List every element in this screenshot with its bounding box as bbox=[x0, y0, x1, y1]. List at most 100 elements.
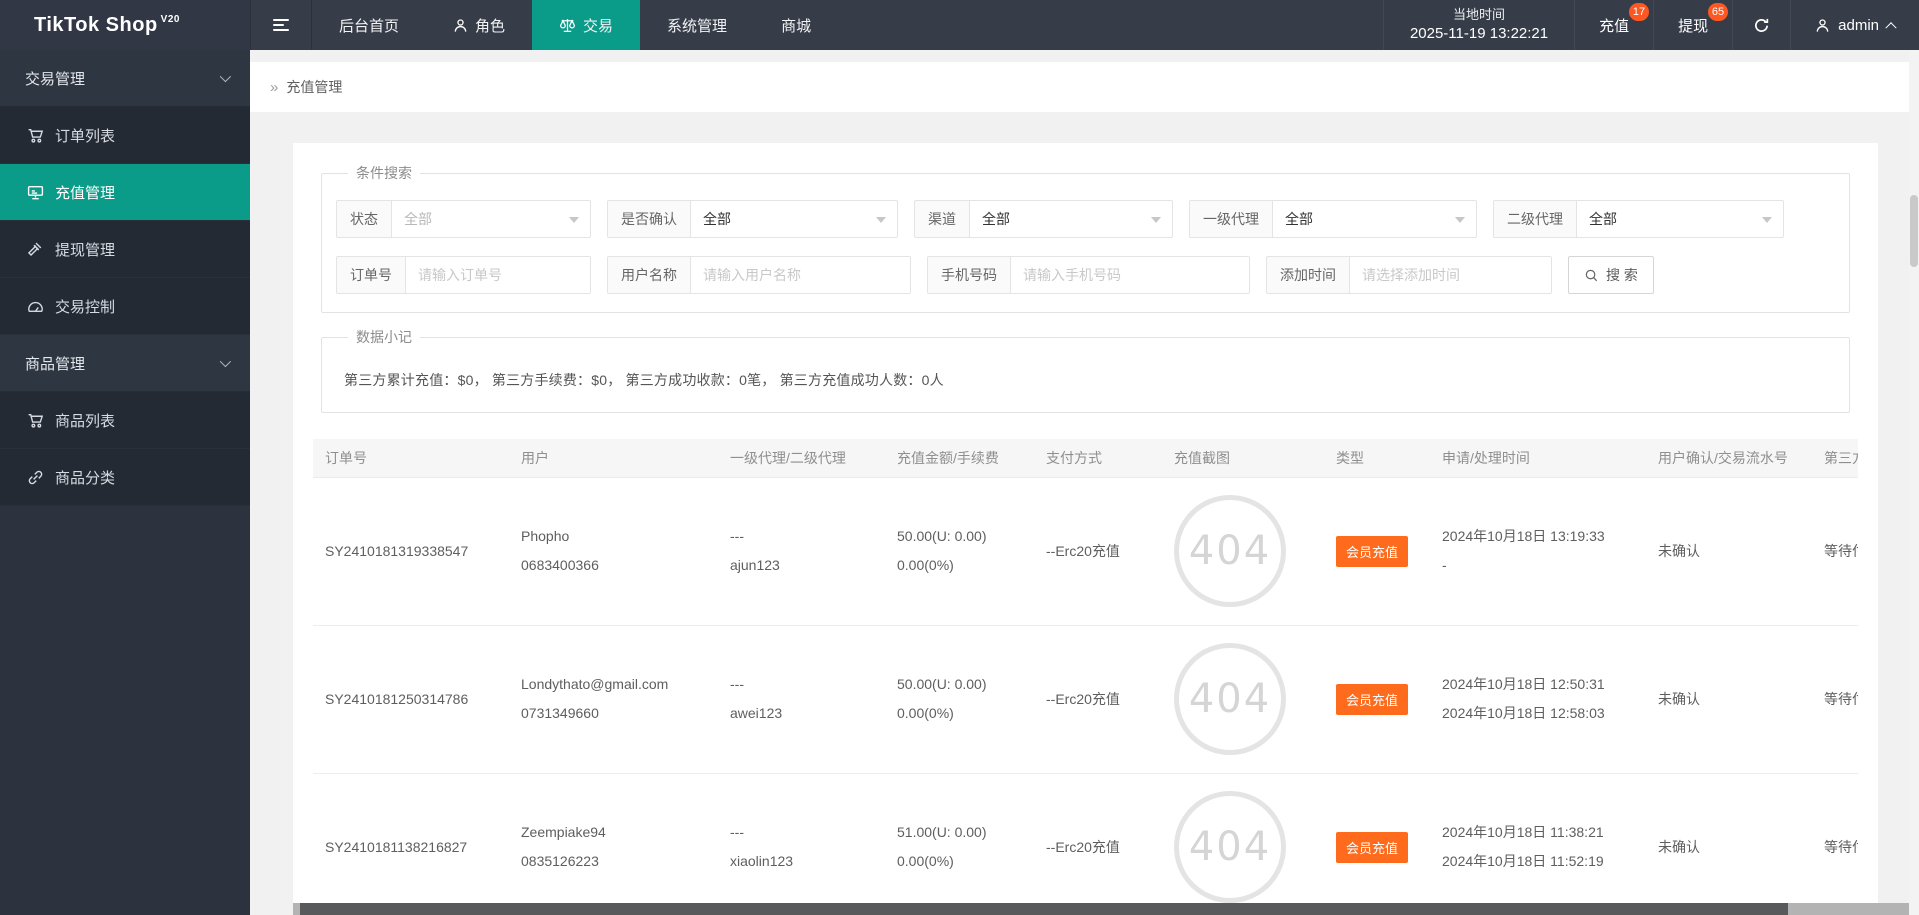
agent-level2: awei123 bbox=[730, 705, 783, 721]
recharge-shortcut[interactable]: 充值 17 bbox=[1574, 0, 1653, 50]
cell-agents: --- awei123 bbox=[730, 625, 897, 773]
horizontal-scrollbar[interactable] bbox=[293, 903, 1919, 915]
filter-select-agent-level1[interactable]: 一级代理 全部 bbox=[1189, 200, 1477, 238]
sidebar-group-goods-management[interactable]: 商品管理 bbox=[0, 335, 250, 392]
screenshot-404-placeholder[interactable]: 404 bbox=[1174, 495, 1286, 607]
main-menu: 后台首页 角色 交易 系统管理 商城 bbox=[312, 0, 838, 50]
nav-item-label: 后台首页 bbox=[339, 17, 400, 35]
sidebar-toggle-button[interactable] bbox=[250, 0, 312, 50]
type-badge: 会员充值 bbox=[1336, 535, 1409, 567]
filter-value: 全部 bbox=[1285, 211, 1313, 227]
navbar-right: 当地时间 2025-11-19 13:22:21 充值 17 提现 65 adm… bbox=[1382, 0, 1919, 50]
apply-time: 2024年10月18日 13:19:33 bbox=[1442, 528, 1605, 544]
nav-item-roles[interactable]: 角色 bbox=[426, 0, 532, 50]
col-header-pay-method: 支付方式 bbox=[1046, 439, 1174, 478]
col-header-agents: 一级代理/二级代理 bbox=[730, 439, 897, 478]
chevron-down-icon bbox=[1455, 216, 1465, 228]
search-button[interactable]: 搜 索 bbox=[1568, 256, 1654, 294]
sidebar-group-trade-management[interactable]: 交易管理 bbox=[0, 50, 250, 107]
handle-time: 2024年10月18日 11:52:19 bbox=[1442, 853, 1604, 869]
sidebar-item-goods-list[interactable]: 商品列表 bbox=[0, 392, 250, 449]
cell-third-party: 等待付款 bbox=[1824, 839, 1858, 855]
cell-amount: 51.00(U: 0.00) 0.00(0%) bbox=[897, 773, 1046, 915]
cell-type: 会员充值 bbox=[1336, 773, 1442, 915]
search-button-label: 搜 索 bbox=[1606, 267, 1638, 283]
agent-level2: xiaolin123 bbox=[730, 853, 794, 869]
table-row: SY2410181138216827 Zeempiake94 083512622… bbox=[313, 773, 1858, 915]
cell-order-no: SY2410181138216827 bbox=[325, 839, 468, 855]
cell-time: 2024年10月18日 13:19:33 - bbox=[1442, 477, 1658, 625]
recharge-amount: 51.00(U: 0.00) bbox=[897, 824, 987, 840]
summary-fieldset: 数据小记 第三方累计充值：$0， 第三方手续费：$0， 第三方成功收款：0笔， … bbox=[321, 327, 1850, 413]
nav-item-system[interactable]: 系统管理 bbox=[640, 0, 754, 50]
filter-input-phone: 手机号码 bbox=[927, 256, 1250, 294]
sidebar-item-recharge-management[interactable]: 充值管理 bbox=[0, 164, 250, 221]
cell-pay-method: --Erc20充值 bbox=[1046, 839, 1120, 855]
scale-icon bbox=[559, 18, 576, 32]
filter-label: 添加时间 bbox=[1267, 257, 1350, 293]
recharge-shortcut-label: 充值 bbox=[1599, 17, 1630, 35]
hamburger-icon bbox=[273, 16, 289, 34]
vertical-scrollbar-thumb[interactable] bbox=[1910, 195, 1918, 267]
add-time-input[interactable] bbox=[1350, 257, 1551, 293]
withdraw-count-badge: 65 bbox=[1707, 3, 1729, 21]
chevron-up-icon bbox=[1885, 22, 1897, 34]
cell-pay-method: --Erc20充值 bbox=[1046, 691, 1120, 707]
gauge-icon bbox=[28, 301, 43, 312]
table-header-row: 订单号 用户 一级代理/二级代理 充值金额/手续费 支付方式 充值截图 类型 申… bbox=[313, 439, 1858, 478]
cart-icon bbox=[28, 128, 44, 143]
screenshot-404-placeholder[interactable]: 404 bbox=[1174, 643, 1286, 755]
refresh-button[interactable] bbox=[1732, 0, 1790, 50]
user-name: Londythato@gmail.com bbox=[521, 676, 669, 692]
user-phone: 0731349660 bbox=[521, 705, 599, 721]
apply-time: 2024年10月18日 12:50:31 bbox=[1442, 676, 1605, 692]
filter-select-agent-level2[interactable]: 二级代理 全部 bbox=[1493, 200, 1784, 238]
recharge-amount: 50.00(U: 0.00) bbox=[897, 528, 987, 544]
nav-item-dashboard[interactable]: 后台首页 bbox=[312, 0, 426, 50]
sidebar-item-trade-control[interactable]: 交易控制 bbox=[0, 278, 250, 335]
screenshot-404-placeholder[interactable]: 404 bbox=[1174, 791, 1286, 903]
filter-value: 全部 bbox=[1589, 211, 1617, 227]
sidebar-item-label: 商品列表 bbox=[55, 412, 116, 430]
cell-third-party: 等待付款 bbox=[1824, 691, 1858, 707]
breadcrumb: » 充值管理 bbox=[250, 62, 1909, 112]
filter-label: 一级代理 bbox=[1190, 201, 1273, 237]
filter-select-channel[interactable]: 渠道 全部 bbox=[914, 200, 1173, 238]
cell-order-no: SY2410181250314786 bbox=[325, 691, 469, 707]
recharge-fee: 0.00(0%) bbox=[897, 557, 954, 573]
nav-item-label: 角色 bbox=[475, 17, 506, 35]
cell-time: 2024年10月18日 12:50:31 2024年10月18日 12:58:0… bbox=[1442, 625, 1658, 773]
sidebar-item-label: 订单列表 bbox=[55, 127, 116, 145]
nav-item-mall[interactable]: 商城 bbox=[754, 0, 838, 50]
sidebar-item-order-list[interactable]: 订单列表 bbox=[0, 107, 250, 164]
filter-input-order-no: 订单号 bbox=[336, 256, 591, 294]
type-badge: 会员充值 bbox=[1336, 831, 1409, 863]
phone-input[interactable] bbox=[1011, 257, 1249, 293]
cell-user: Phopho 0683400366 bbox=[521, 477, 730, 625]
user-menu[interactable]: admin bbox=[1790, 0, 1919, 50]
nav-item-trade[interactable]: 交易 bbox=[532, 0, 641, 50]
chevron-down-icon bbox=[1762, 216, 1772, 228]
nav-item-label: 系统管理 bbox=[667, 17, 728, 35]
filter-select-status[interactable]: 状态 全部 bbox=[336, 200, 591, 238]
link-icon bbox=[28, 470, 43, 484]
agent-level1: --- bbox=[730, 824, 744, 840]
col-header-third-party: 第三方下发 bbox=[1824, 439, 1858, 478]
cell-amount: 50.00(U: 0.00) 0.00(0%) bbox=[897, 477, 1046, 625]
withdraw-shortcut[interactable]: 提现 65 bbox=[1653, 0, 1732, 50]
sidebar-item-withdraw-management[interactable]: 提现管理 bbox=[0, 221, 250, 278]
filter-label: 状态 bbox=[337, 201, 392, 237]
recharge-table-wrap: 订单号 用户 一级代理/二级代理 充值金额/手续费 支付方式 充值截图 类型 申… bbox=[313, 439, 1858, 915]
filter-label: 订单号 bbox=[337, 257, 406, 293]
horizontal-scrollbar-thumb[interactable] bbox=[300, 903, 1788, 915]
filter-select-confirmed[interactable]: 是否确认 全部 bbox=[607, 200, 898, 238]
cell-amount: 50.00(U: 0.00) 0.00(0%) bbox=[897, 625, 1046, 773]
chevron-down-icon bbox=[876, 216, 886, 228]
vertical-scrollbar[interactable] bbox=[1909, 50, 1919, 915]
order-no-input[interactable] bbox=[406, 257, 590, 293]
user-name-input[interactable] bbox=[691, 257, 910, 293]
breadcrumb-arrow-icon: » bbox=[270, 78, 279, 96]
cell-third-party: 等待付款 bbox=[1824, 543, 1858, 559]
sidebar-item-goods-category[interactable]: 商品分类 bbox=[0, 449, 250, 506]
filter-label: 用户名称 bbox=[608, 257, 691, 293]
